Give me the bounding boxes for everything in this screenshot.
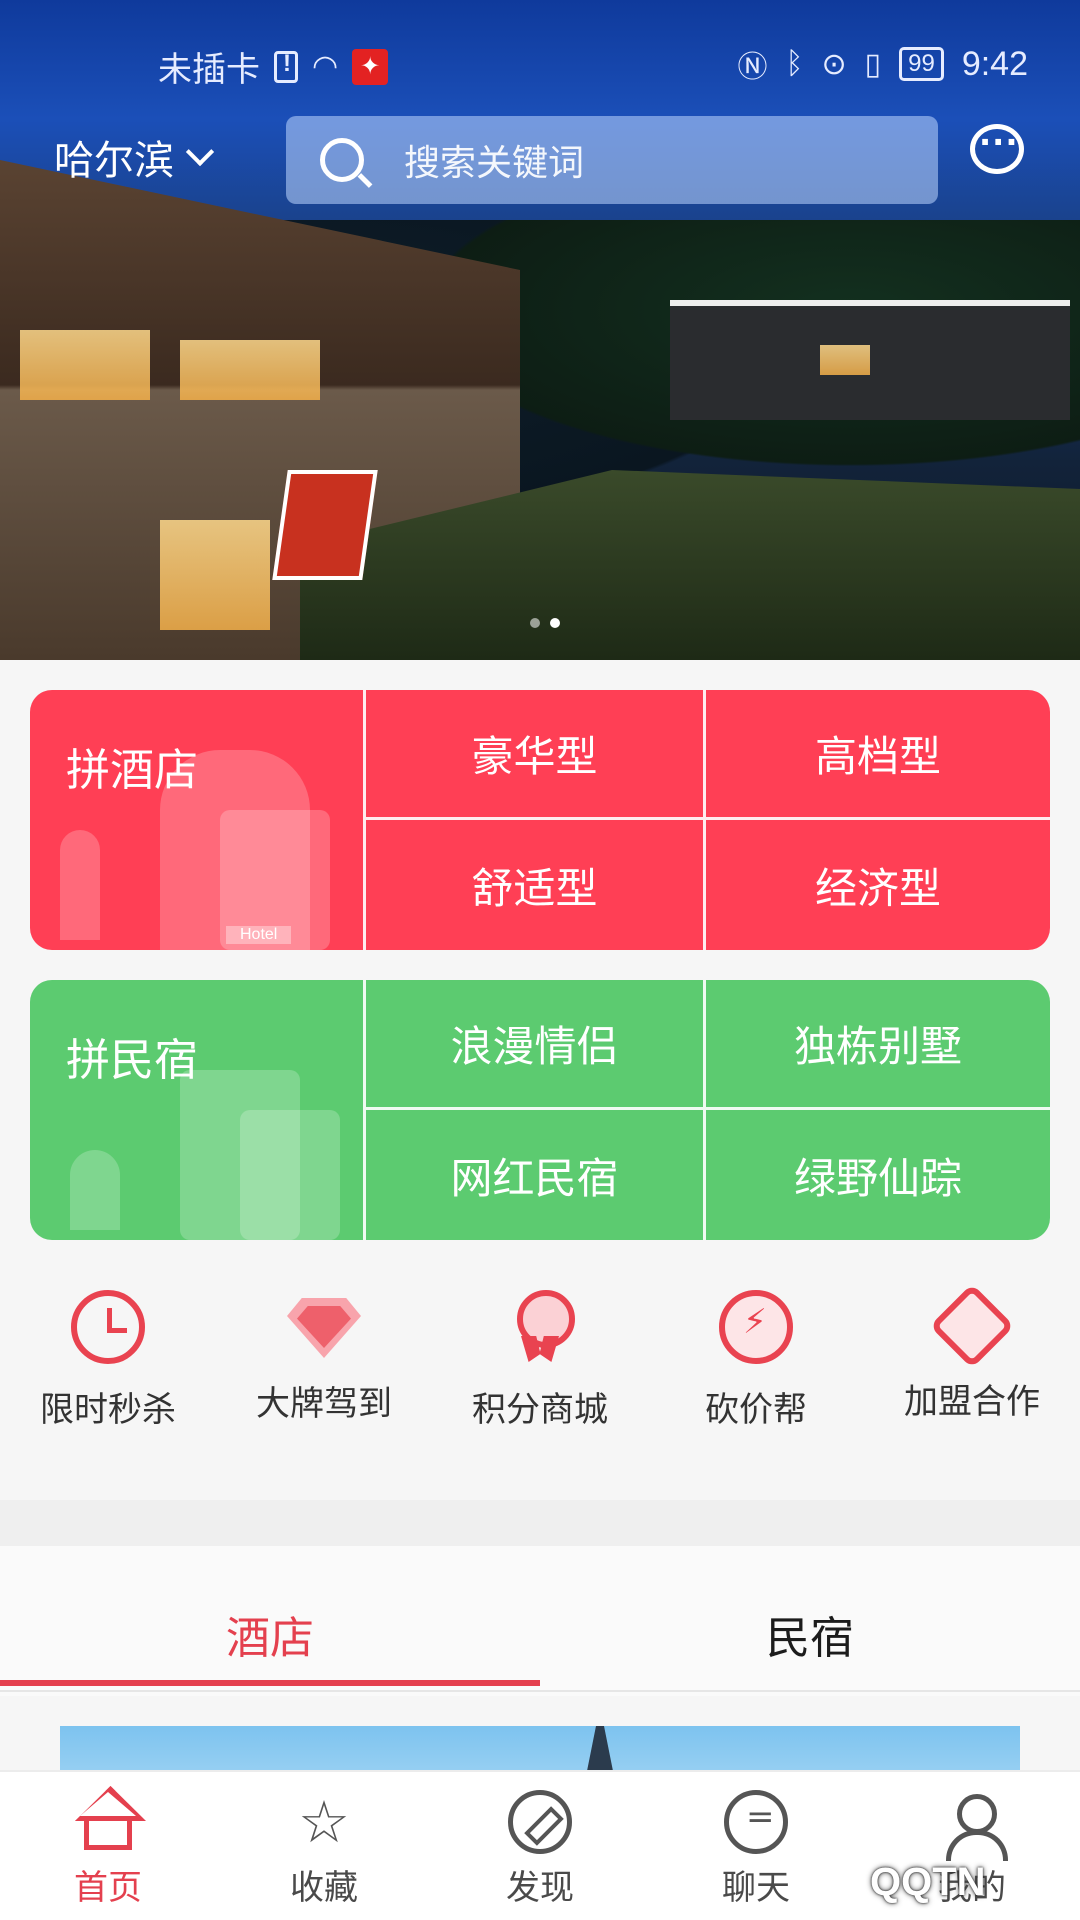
- homestay-category-main[interactable]: 拼民宿: [30, 980, 366, 1240]
- homestay-option-villa[interactable]: 独栋别墅: [706, 980, 1050, 1110]
- hotel-category-grid: 拼酒店 Hotel 豪华型 高档型 舒适型 经济型: [30, 690, 1050, 950]
- chevron-down-icon: [185, 137, 215, 167]
- hotel-option-comfort[interactable]: 舒适型: [366, 820, 706, 950]
- message-icon[interactable]: [970, 123, 1024, 174]
- tab-homestay[interactable]: 民宿: [540, 1546, 1080, 1696]
- banner-window: [820, 345, 870, 375]
- lightning-icon: [719, 1290, 793, 1364]
- banner-sign: [272, 470, 378, 580]
- vibrate-icon: ▯: [864, 47, 882, 81]
- app-notify-icon: ✦: [352, 48, 389, 85]
- search-placeholder: 搜索关键词: [404, 143, 585, 184]
- homestay-option-green[interactable]: 绿野仙踪: [706, 1110, 1050, 1240]
- apartment-building-icon: [240, 1110, 340, 1240]
- nav-chat[interactable]: 聊天: [648, 1772, 864, 1920]
- bluetooth-icon: ᛒ: [785, 47, 804, 80]
- status-bar: 未插卡 ◠ ✦ Ⓝ ᛒ ⊙ ▯ 99 9:42: [0, 38, 1080, 90]
- hotel-category-main[interactable]: 拼酒店 Hotel: [30, 690, 366, 950]
- quick-links: 限时秒杀 大牌驾到 积分商城 砍价帮 加盟合作: [0, 1283, 1080, 1450]
- nav-label: 发现: [506, 1868, 574, 1908]
- nav-home[interactable]: 首页: [0, 1772, 216, 1920]
- city-name: 哈尔滨: [54, 138, 174, 184]
- banner-dot-active[interactable]: [550, 618, 560, 628]
- battery-icon: 99: [899, 47, 944, 81]
- search-bar[interactable]: 搜索关键词: [286, 116, 938, 204]
- tree-icon: [70, 1150, 120, 1230]
- quick-link-points-mall[interactable]: 积分商城: [432, 1290, 648, 1450]
- clock-time: 9:42: [961, 44, 1028, 83]
- diamond-icon: [287, 1298, 361, 1358]
- search-icon: [320, 138, 364, 182]
- homestay-option-romantic[interactable]: 浪漫情侣: [366, 980, 706, 1110]
- homestay-option-trending[interactable]: 网红民宿: [366, 1110, 706, 1240]
- quick-link-label: 加盟合作: [904, 1382, 1040, 1422]
- nav-label: 收藏: [290, 1868, 358, 1908]
- tab-hotel[interactable]: 酒店: [0, 1546, 540, 1696]
- sim-alert-icon: [274, 50, 298, 83]
- user-icon: [940, 1790, 1008, 1861]
- city-selector[interactable]: 哈尔滨: [54, 128, 215, 186]
- banner-window: [180, 340, 320, 400]
- tab-underline-track: [0, 1690, 1080, 1692]
- palm-tree-icon: [60, 830, 100, 940]
- homestay-category-grid: 拼民宿 浪漫情侣 独栋别墅 网红民宿 绿野仙踪: [30, 980, 1050, 1240]
- hero-banner[interactable]: 未插卡 ◠ ✦ Ⓝ ᛒ ⊙ ▯ 99 9:42 哈尔滨 搜索关键词: [0, 0, 1080, 660]
- handshake-icon: [929, 1283, 1015, 1369]
- home-icon: [84, 1812, 132, 1850]
- nav-label: 聊天: [722, 1868, 790, 1908]
- quick-link-flash-sale[interactable]: 限时秒杀: [0, 1290, 216, 1450]
- location-icon: ⊙: [821, 47, 847, 81]
- wifi-icon: ◠: [312, 50, 339, 83]
- chat-icon: [724, 1790, 788, 1854]
- hotel-option-luxury[interactable]: 豪华型: [366, 690, 706, 820]
- quick-link-label: 大牌驾到: [256, 1384, 392, 1424]
- banner-dot[interactable]: [530, 618, 540, 628]
- banner-pagination[interactable]: [530, 618, 560, 628]
- quick-link-franchise[interactable]: 加盟合作: [864, 1283, 1080, 1450]
- homestay-category-title: 拼民宿: [66, 1035, 198, 1086]
- quick-link-label: 砍价帮: [705, 1390, 807, 1430]
- hotel-option-economy[interactable]: 经济型: [706, 820, 1050, 950]
- star-icon: ☆: [298, 1788, 350, 1856]
- hotel-option-upscale[interactable]: 高档型: [706, 690, 1050, 820]
- hotel-badge: Hotel: [226, 926, 292, 944]
- nfc-icon: Ⓝ: [737, 51, 768, 84]
- section-divider: [0, 1500, 1080, 1546]
- compass-icon: [508, 1790, 572, 1854]
- banner-window: [20, 330, 150, 400]
- nav-favorites[interactable]: ☆ 收藏: [216, 1772, 432, 1920]
- listing-tabs: 酒店 民宿: [0, 1546, 1080, 1696]
- carrier-text: 未插卡: [158, 51, 260, 89]
- banner-window: [160, 520, 270, 630]
- nav-discover[interactable]: 发现: [432, 1772, 648, 1920]
- alarm-clock-icon: [71, 1290, 145, 1364]
- quick-link-label: 积分商城: [472, 1390, 608, 1430]
- banner-building-distant: [670, 300, 1070, 420]
- quick-link-bargain[interactable]: 砍价帮: [648, 1290, 864, 1450]
- quick-link-label: 限时秒杀: [40, 1390, 176, 1430]
- quick-link-brands[interactable]: 大牌驾到: [216, 1290, 432, 1450]
- nav-label: 首页: [74, 1868, 142, 1908]
- watermark-logo: QQTN: [870, 1860, 986, 1904]
- medal-icon: [503, 1290, 577, 1364]
